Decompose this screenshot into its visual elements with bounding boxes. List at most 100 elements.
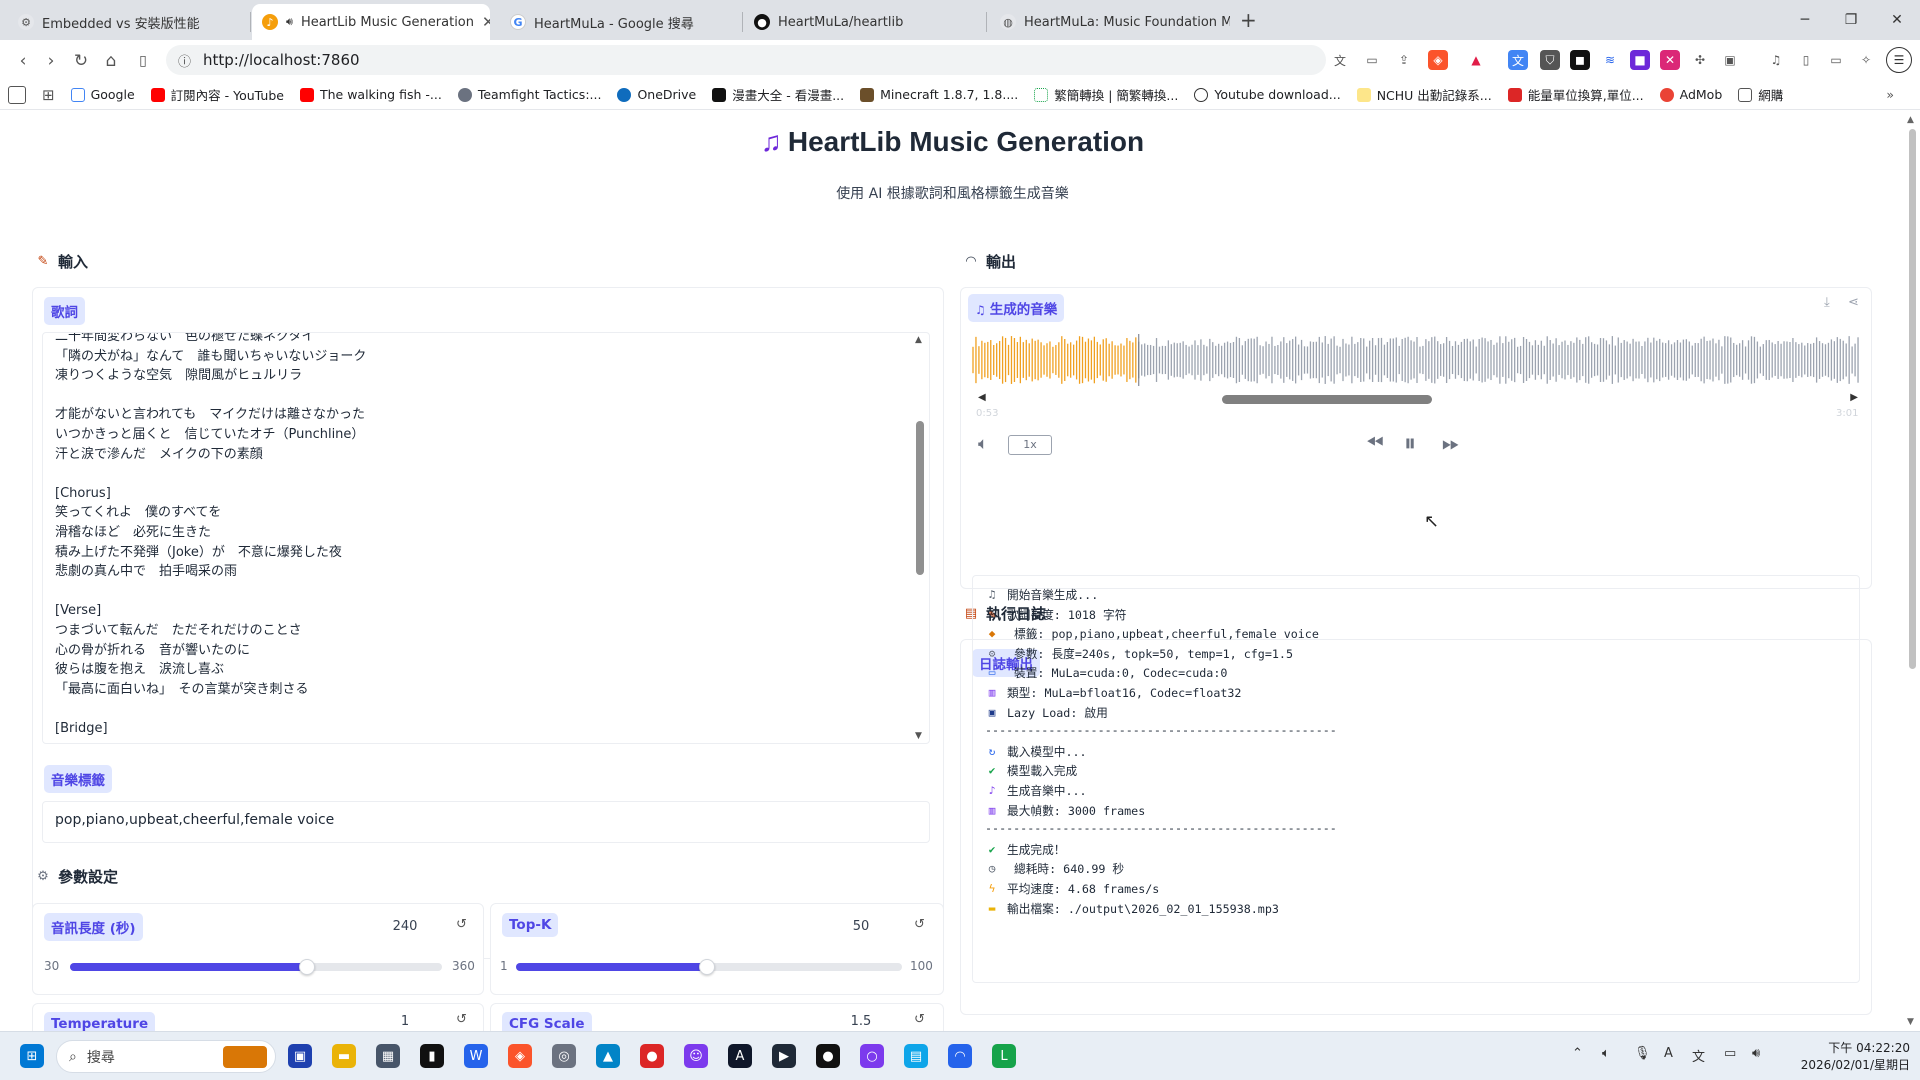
topk-value[interactable]: 50: [836, 919, 886, 934]
media-control-icon[interactable]: ♫: [1766, 50, 1786, 70]
file-explorer-icon[interactable]: ▬: [332, 1044, 356, 1068]
photos-icon[interactable]: ▲: [596, 1044, 620, 1068]
site-info-icon[interactable]: ⓘ: [178, 51, 191, 70]
bookmark-minecraft[interactable]: Minecraft 1.8.7, 1.8....: [860, 87, 1018, 102]
fast-forward-icon[interactable]: ⏩︎: [1442, 431, 1460, 456]
brave-browser-icon[interactable]: ◈: [508, 1044, 532, 1068]
close-window-button[interactable]: ✕: [1874, 0, 1920, 40]
scroll-up-arrow-icon[interactable]: ▲: [915, 335, 922, 345]
duration-value[interactable]: 240: [380, 919, 430, 934]
bookmark-folder-shopping[interactable]: 網購: [1738, 85, 1783, 104]
topk-slider-handle[interactable]: [699, 959, 715, 975]
steam-app-icon[interactable]: ●: [816, 1044, 840, 1068]
extension-wave-icon[interactable]: ≋: [1600, 50, 1620, 70]
tray-ime-icon[interactable]: A: [1664, 1046, 1673, 1061]
taskbar-clock[interactable]: 下午 04:22:20 2026/02/01/星期日: [1800, 1040, 1910, 1074]
bookmark-square-icon[interactable]: [8, 85, 26, 104]
bookmark-nchu[interactable]: NCHU 出勤記錄系...: [1356, 85, 1492, 104]
red-app-icon[interactable]: ●: [640, 1044, 664, 1068]
scroll-right-arrow-icon[interactable]: ▶: [1850, 392, 1858, 403]
compass-app-icon[interactable]: ◎: [552, 1044, 576, 1068]
bookmark-google[interactable]: Google: [70, 87, 135, 102]
tags-input[interactable]: pop,piano,upbeat,cheerful,female voice: [42, 801, 930, 843]
bookmark-onedrive[interactable]: OneDrive: [617, 87, 696, 102]
tray-speaker-icon[interactable]: 🔈︎: [1602, 1046, 1610, 1061]
topk-slider[interactable]: [516, 959, 902, 975]
bookmark-energy[interactable]: 能量單位換算,單位...: [1507, 85, 1644, 104]
tab-embedded[interactable]: ⚙ Embedded vs 安裝版性能: [8, 4, 248, 40]
duration-slider-handle[interactable]: [299, 959, 315, 975]
notepad-icon[interactable]: ▤: [904, 1044, 928, 1068]
extension-box-icon[interactable]: ▣: [1720, 50, 1740, 70]
audio-waveform[interactable]: [972, 334, 1860, 386]
pause-icon[interactable]: ⏸︎: [1404, 429, 1416, 457]
tab-heartlib[interactable]: ♪ 🔊︎ HeartLib Music Generation ✕: [252, 4, 490, 40]
lyrics-scroll-thumb[interactable]: [916, 421, 924, 575]
pen-app-icon[interactable]: A: [728, 1044, 752, 1068]
task-view-icon[interactable]: ▣: [288, 1044, 312, 1068]
tray-mic-icon[interactable]: 🎙︎: [1634, 1046, 1651, 1061]
cast-icon[interactable]: ▭: [1362, 50, 1382, 70]
extension-block-icon[interactable]: ◼: [1570, 50, 1590, 70]
new-tab-button[interactable]: +: [1240, 8, 1257, 32]
bookmark-youtube-download[interactable]: Youtube download...: [1194, 87, 1341, 102]
home-icon[interactable]: ⌂: [100, 50, 122, 72]
waveform-scroll-thumb[interactable]: [1222, 395, 1432, 404]
tray-chevron-icon[interactable]: ⌃: [1572, 1046, 1583, 1061]
lyrics-scrollbar[interactable]: ▲ ▼: [913, 333, 927, 743]
log-output[interactable]: ♫ 開始音樂生成... ✎ 歌詞長度: 1018 字符 ◆ 標籤: pop,piano,…: [972, 575, 1860, 983]
temperature-value[interactable]: 1: [380, 1014, 430, 1029]
lyrics-textarea[interactable]: 二十年間変わらない 色の褪せた蝶ネクタイ 「隣の犬がね」なんて 誰も聞いちゃいない…: [42, 332, 930, 744]
close-tab-icon[interactable]: ✕: [482, 13, 490, 31]
extension-pink-icon[interactable]: ✕: [1660, 50, 1680, 70]
speaker-icon[interactable]: 🔊︎: [286, 15, 293, 29]
taskbar-search[interactable]: ⌕ 搜尋: [56, 1040, 276, 1073]
wallet-icon[interactable]: ▭: [1826, 50, 1846, 70]
waveform-scrollbar[interactable]: ◀ ▶: [978, 392, 1858, 406]
brave-shield-icon[interactable]: ◈: [1428, 50, 1448, 70]
translate-icon[interactable]: 文: [1330, 50, 1350, 70]
line-app-icon[interactable]: L: [992, 1044, 1016, 1068]
apps-grid-icon[interactable]: ⊞: [42, 86, 55, 104]
bookmark-converter[interactable]: 繁簡轉換 | 簡繁轉換...: [1034, 85, 1178, 104]
reload-icon[interactable]: ↻: [70, 50, 92, 72]
extension-purple-icon[interactable]: ■: [1630, 50, 1650, 70]
page-scroll-down-icon[interactable]: ▼: [1907, 1017, 1914, 1027]
scroll-left-arrow-icon[interactable]: ◀: [978, 392, 986, 403]
github-desktop-icon[interactable]: ○: [860, 1044, 884, 1068]
temperature-reset-icon[interactable]: ↺: [456, 1012, 467, 1027]
extension-shield-icon[interactable]: ⛉: [1540, 50, 1560, 70]
download-icon[interactable]: ⤓: [1824, 295, 1830, 310]
media-player-icon[interactable]: ▮: [420, 1044, 444, 1068]
extensions-puzzle-icon[interactable]: ✣: [1690, 50, 1710, 70]
duration-slider[interactable]: [70, 959, 442, 975]
cfg-value[interactable]: 1.5: [836, 1014, 886, 1029]
duration-reset-icon[interactable]: ↺: [456, 917, 467, 932]
bookmark-admob[interactable]: AdMob: [1659, 87, 1722, 102]
tray-volume-icon[interactable]: 🔊︎: [1752, 1046, 1760, 1061]
tray-lang-icon[interactable]: 文: [1692, 1046, 1705, 1065]
tray-network-icon[interactable]: ▭: [1724, 1046, 1736, 1061]
volume-icon[interactable]: 🔈︎: [978, 434, 988, 454]
bookmark-walking-fish[interactable]: The walking fish -...: [299, 87, 442, 102]
calculator-icon[interactable]: ▦: [376, 1044, 400, 1068]
bookmark-icon[interactable]: ▯: [132, 50, 154, 72]
tab-heartmula-paper[interactable]: ◍ HeartMuLa: Music Foundation Mo: [990, 4, 1230, 40]
tab-github[interactable]: ● HeartMuLa/heartlib: [744, 4, 984, 40]
back-icon[interactable]: ‹: [12, 50, 34, 72]
terminal-icon[interactable]: ▶: [772, 1044, 796, 1068]
share-icon[interactable]: ⋖: [1848, 295, 1859, 310]
playback-speed-button[interactable]: 1x: [1008, 435, 1052, 455]
sidebar-icon[interactable]: ▯: [1796, 50, 1816, 70]
rewind-icon[interactable]: ⏪︎: [1366, 431, 1384, 456]
leo-ai-icon[interactable]: ✧: [1856, 50, 1876, 70]
page-scroll-thumb[interactable]: [1909, 129, 1916, 669]
more-bookmarks-icon[interactable]: »: [1886, 87, 1894, 102]
windows-start-icon[interactable]: ⊞: [20, 1044, 44, 1068]
brave-rewards-icon[interactable]: ▲: [1466, 50, 1486, 70]
scroll-down-arrow-icon[interactable]: ▼: [915, 731, 922, 741]
bookmark-youtube[interactable]: 訂閱內容 - YouTube: [150, 85, 284, 104]
cfg-reset-icon[interactable]: ↺: [914, 1012, 925, 1027]
share-icon[interactable]: ⇪: [1394, 50, 1414, 70]
forward-icon[interactable]: ›: [40, 50, 62, 72]
